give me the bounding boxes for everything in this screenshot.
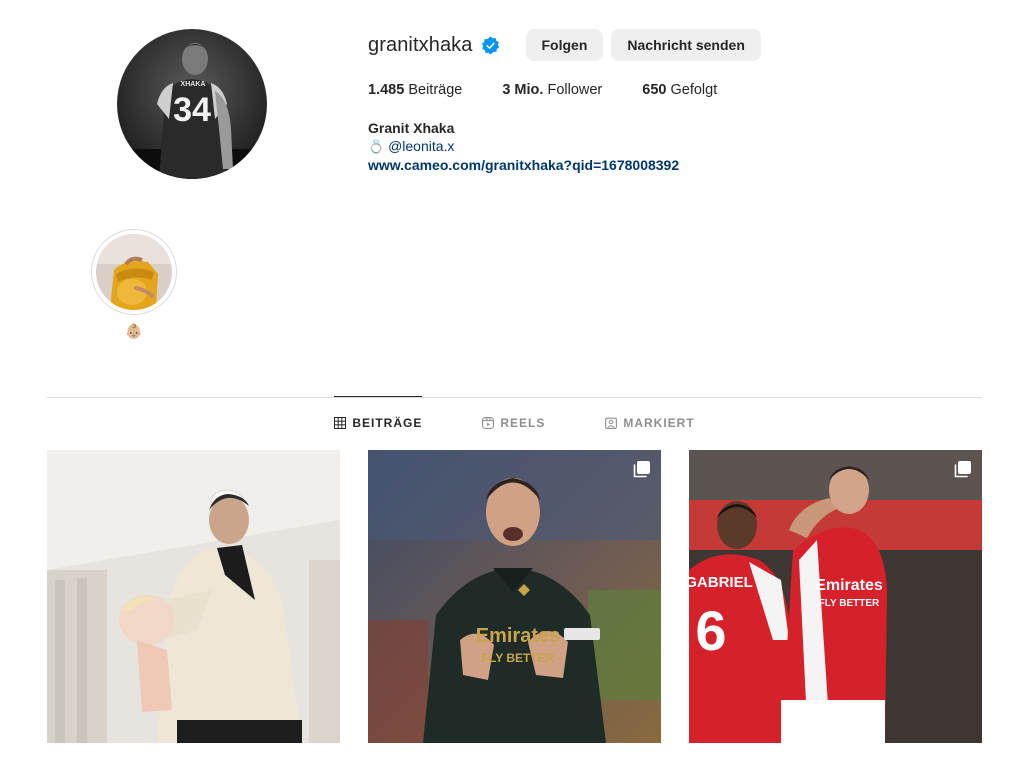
shirt-name: GABRIEL bbox=[689, 574, 753, 591]
multiple-photos-icon bbox=[633, 461, 650, 478]
posts-count: 1.485 Beiträge bbox=[368, 82, 462, 98]
highlight-cover-image bbox=[96, 234, 172, 310]
posts-count-label: Beiträge bbox=[408, 82, 463, 98]
ring-emoji: 💍 bbox=[368, 139, 385, 154]
bio-external-link[interactable]: www.cameo.com/granitxhaka?qid=1678008392 bbox=[368, 156, 761, 174]
reels-icon bbox=[482, 417, 495, 429]
bio-mention-link[interactable]: @leonita.x bbox=[388, 138, 454, 154]
following-count-label: Gefolgt bbox=[670, 82, 718, 98]
bio: Granit Xhaka 💍 @leonita.x www.cameo.com/… bbox=[368, 119, 761, 174]
highlight-label: 👶🏼 bbox=[125, 323, 143, 339]
svg-text:Emirates: Emirates bbox=[476, 625, 561, 647]
tab-posts-label: BEITRÄGE bbox=[352, 416, 423, 430]
tab-tagged[interactable]: MARKIERT bbox=[605, 397, 694, 449]
posts-count-value: 1.485 bbox=[368, 82, 405, 98]
tagged-icon bbox=[605, 417, 618, 429]
shirt-number: 6 bbox=[695, 599, 726, 662]
profile-info: granitxhaka Folgen Nachricht senden 1.48… bbox=[368, 29, 761, 174]
followers-count[interactable]: 3 Mio. Follower bbox=[502, 82, 602, 98]
post-tile[interactable]: Emirates FLY BETTER bbox=[368, 450, 661, 743]
tab-posts[interactable]: BEITRÄGE bbox=[334, 396, 423, 449]
svg-text:FLY BETTER: FLY BETTER bbox=[482, 651, 555, 665]
post-image bbox=[47, 450, 340, 743]
jersey-number: 34 bbox=[173, 91, 211, 129]
story-highlight[interactable]: 👶🏼 bbox=[91, 229, 177, 340]
profile-stats: 1.485 Beiträge 3 Mio. Follower 650 Gefol… bbox=[368, 82, 761, 98]
full-name: Granit Xhaka bbox=[368, 120, 455, 136]
post-tile[interactable]: GABRIEL 6 Emirates FLY BETTER bbox=[689, 450, 982, 743]
profile-avatar[interactable]: XHAKA 34 bbox=[117, 29, 267, 179]
post-image: Emirates FLY BETTER bbox=[368, 450, 661, 743]
followers-count-label: Follower bbox=[547, 82, 603, 98]
following-count[interactable]: 650 Gefolgt bbox=[642, 82, 717, 98]
jersey-name: XHAKA bbox=[181, 81, 206, 88]
followers-count-value: 3 Mio. bbox=[502, 82, 544, 98]
highlight-cover bbox=[96, 234, 172, 310]
multiple-photos-icon bbox=[954, 461, 971, 478]
message-button[interactable]: Nachricht senden bbox=[611, 29, 761, 61]
username: granitxhaka bbox=[368, 33, 473, 56]
following-count-value: 650 bbox=[642, 82, 667, 98]
tab-reels-label: REELS bbox=[500, 416, 546, 430]
avatar-image: XHAKA 34 bbox=[117, 29, 267, 179]
highlight-ring bbox=[91, 229, 177, 315]
name-row: granitxhaka Folgen Nachricht senden bbox=[368, 29, 761, 61]
post-image: GABRIEL 6 Emirates FLY BETTER bbox=[689, 450, 982, 743]
svg-text:Emirates: Emirates bbox=[815, 577, 883, 594]
verified-badge-icon bbox=[481, 35, 499, 55]
tab-reels[interactable]: REELS bbox=[482, 397, 545, 449]
svg-text:FLY BETTER: FLY BETTER bbox=[819, 598, 880, 609]
profile-tabs: BEITRÄGE REELS MARKIERT bbox=[47, 396, 982, 449]
tab-tagged-label: MARKIERT bbox=[623, 416, 695, 430]
post-tile[interactable] bbox=[47, 450, 340, 743]
grid-icon bbox=[334, 417, 347, 429]
follow-button[interactable]: Folgen bbox=[525, 29, 604, 61]
